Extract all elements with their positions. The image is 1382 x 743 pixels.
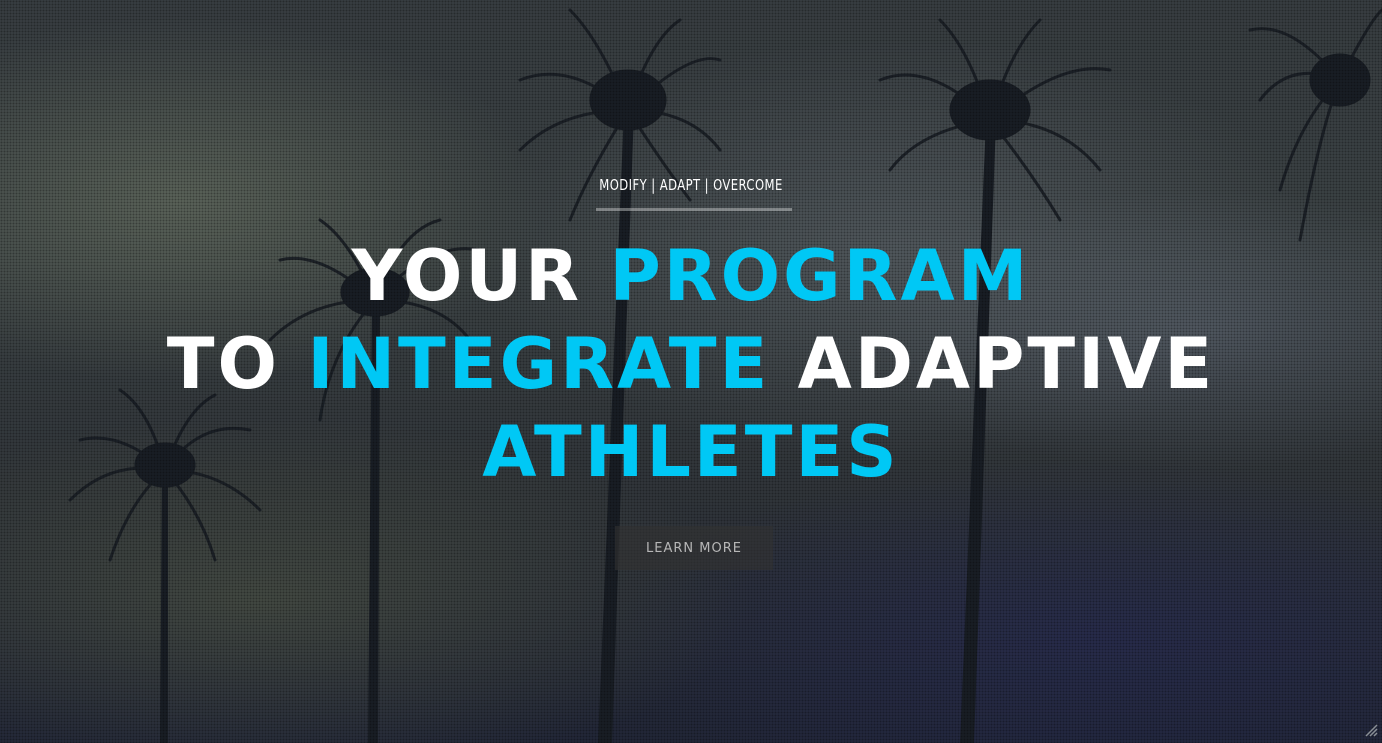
- headline-word-your: YOUR: [351, 235, 610, 317]
- headline-word-to: TO: [166, 323, 308, 405]
- headline-line-1: YOUR PROGRAM: [0, 232, 1382, 320]
- learn-more-button[interactable]: LEARN MORE: [615, 526, 773, 570]
- tagline-divider: [596, 208, 792, 211]
- headline-word-adaptive: ADAPTIVE: [770, 323, 1216, 405]
- headline-line-2: TO INTEGRATE ADAPTIVE: [0, 320, 1382, 408]
- hero-tagline: MODIFY | ADAPT | OVERCOME: [599, 176, 783, 194]
- hero-section: MODIFY | ADAPT | OVERCOME YOUR PROGRAM T…: [0, 0, 1382, 743]
- headline-word-program: PROGRAM: [609, 235, 1031, 317]
- headline-line-3: ATHLETES: [482, 411, 900, 493]
- headline-word-integrate: INTEGRATE: [307, 323, 771, 405]
- hero-headline: YOUR PROGRAM TO INTEGRATE ADAPTIVE ATHLE…: [0, 232, 1382, 496]
- resize-grip-icon: [1365, 724, 1378, 737]
